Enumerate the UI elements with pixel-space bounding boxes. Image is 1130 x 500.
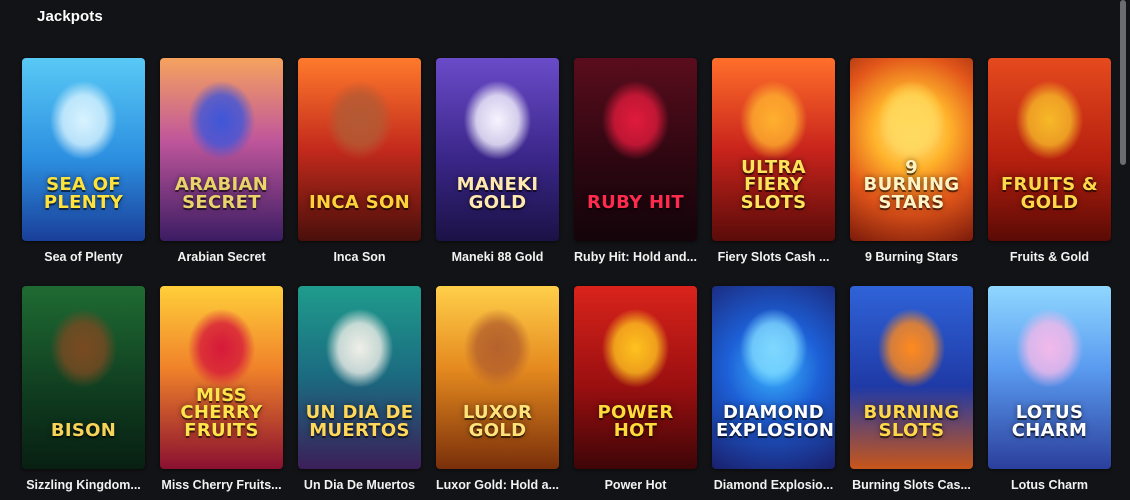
game-logo-text: Ultra Fiery Slots	[740, 157, 807, 213]
game-logo-text: Power Hot	[597, 402, 674, 441]
game-logo-text: Diamond Explosion	[716, 402, 835, 441]
game-art	[988, 286, 1111, 469]
game-thumbnail[interactable]: Inca Son	[298, 58, 421, 241]
game-thumbnail[interactable]: 9 Burning Stars	[850, 58, 973, 241]
game-art	[712, 286, 835, 469]
game-thumbnail[interactable]: Bison	[22, 286, 145, 469]
game-title[interactable]: Diamond Explosio...	[712, 478, 835, 492]
game-card[interactable]: Lotus Charm Lotus Charm	[988, 286, 1111, 500]
game-logo-text: Sea of Plenty	[43, 174, 124, 213]
game-thumbnail[interactable]: Luxor Gold	[436, 286, 559, 469]
game-card[interactable]: Miss Cherry Fruits Miss Cherry Fruits...	[160, 286, 283, 500]
game-logo-text: Maneki Gold	[456, 174, 539, 213]
game-card[interactable]: Fruits & Gold Fruits & Gold	[988, 58, 1111, 272]
section-title: Jackpots	[37, 8, 103, 25]
game-art	[574, 286, 697, 469]
game-card[interactable]: Arabian Secret Arabian Secret	[160, 58, 283, 272]
game-thumbnail[interactable]: Burning Slots	[850, 286, 973, 469]
game-card[interactable]: Ruby Hit Ruby Hit: Hold and...	[574, 58, 697, 272]
game-art	[712, 58, 835, 241]
game-thumbnail[interactable]: Arabian Secret	[160, 58, 283, 241]
game-card[interactable]: Un Dia de Muertos Un Dia De Muertos	[298, 286, 421, 500]
game-title[interactable]: Burning Slots Cas...	[850, 478, 973, 492]
game-thumbnail[interactable]: Miss Cherry Fruits	[160, 286, 283, 469]
game-card[interactable]: Power Hot Power Hot	[574, 286, 697, 500]
game-thumbnail[interactable]: Fruits & Gold	[988, 58, 1111, 241]
game-logo-text: Inca Son	[309, 191, 410, 213]
game-card[interactable]: Ultra Fiery Slots Fiery Slots Cash ...	[712, 58, 835, 272]
game-art	[22, 58, 145, 241]
game-thumbnail[interactable]: Ultra Fiery Slots	[712, 58, 835, 241]
game-art	[574, 58, 697, 241]
game-thumbnail[interactable]: Sea of Plenty	[22, 58, 145, 241]
game-title[interactable]: Luxor Gold: Hold a...	[436, 478, 559, 492]
game-logo-text: Un Dia de Muertos	[305, 402, 414, 441]
game-logo-text: Miss Cherry Fruits	[180, 385, 263, 441]
game-logo-text: Lotus Charm	[1011, 402, 1088, 441]
scrollbar-thumb[interactable]	[1120, 0, 1126, 165]
game-title[interactable]: Ruby Hit: Hold and...	[574, 250, 697, 264]
game-title[interactable]: Inca Son	[298, 250, 421, 264]
game-card[interactable]: Inca Son Inca Son	[298, 58, 421, 272]
game-title[interactable]: 9 Burning Stars	[850, 250, 973, 264]
game-title[interactable]: Fruits & Gold	[988, 250, 1111, 264]
scrollbar[interactable]	[1112, 0, 1130, 500]
game-art	[160, 286, 283, 469]
game-logo-text: Ruby Hit	[587, 191, 684, 213]
game-thumbnail[interactable]: Power Hot	[574, 286, 697, 469]
game-logo-text: Arabian Secret	[174, 174, 269, 213]
game-thumbnail[interactable]: Diamond Explosion	[712, 286, 835, 469]
game-logo-text: Burning Slots	[863, 402, 960, 441]
game-card[interactable]: Burning Slots Burning Slots Cas...	[850, 286, 973, 500]
game-logo-text: Luxor Gold	[462, 402, 533, 441]
game-card[interactable]: Maneki Gold Maneki 88 Gold	[436, 58, 559, 272]
game-title[interactable]: Power Hot	[574, 478, 697, 492]
game-thumbnail[interactable]: Lotus Charm	[988, 286, 1111, 469]
game-art	[298, 58, 421, 241]
game-title[interactable]: Sea of Plenty	[22, 250, 145, 264]
game-art	[436, 58, 559, 241]
game-title[interactable]: Fiery Slots Cash ...	[712, 250, 835, 264]
game-thumbnail[interactable]: Maneki Gold	[436, 58, 559, 241]
game-thumbnail[interactable]: Ruby Hit	[574, 58, 697, 241]
game-art	[298, 286, 421, 469]
game-card[interactable]: Diamond Explosion Diamond Explosio...	[712, 286, 835, 500]
game-art	[850, 286, 973, 469]
game-card[interactable]: 9 Burning Stars 9 Burning Stars	[850, 58, 973, 272]
game-title[interactable]: Sizzling Kingdom...	[22, 478, 145, 492]
game-title[interactable]: Un Dia De Muertos	[298, 478, 421, 492]
game-title[interactable]: Lotus Charm	[988, 478, 1111, 492]
game-art	[22, 286, 145, 469]
game-logo-text: Fruits & Gold	[1000, 174, 1099, 213]
game-card[interactable]: Bison Sizzling Kingdom...	[22, 286, 145, 500]
game-logo-text: Bison	[50, 419, 117, 441]
game-title[interactable]: Maneki 88 Gold	[436, 250, 559, 264]
game-art	[988, 58, 1111, 241]
game-title[interactable]: Arabian Secret	[160, 250, 283, 264]
game-title[interactable]: Miss Cherry Fruits...	[160, 478, 283, 492]
games-grid: Sea of Plenty Sea of Plenty Arabian Secret…	[22, 58, 1111, 500]
game-art	[160, 58, 283, 241]
game-thumbnail[interactable]: Un Dia de Muertos	[298, 286, 421, 469]
game-card[interactable]: Luxor Gold Luxor Gold: Hold a...	[436, 286, 559, 500]
game-art	[436, 286, 559, 469]
game-card[interactable]: Sea of Plenty Sea of Plenty	[22, 58, 145, 272]
game-art	[850, 58, 973, 241]
game-logo-text: 9 Burning Stars	[863, 157, 960, 213]
